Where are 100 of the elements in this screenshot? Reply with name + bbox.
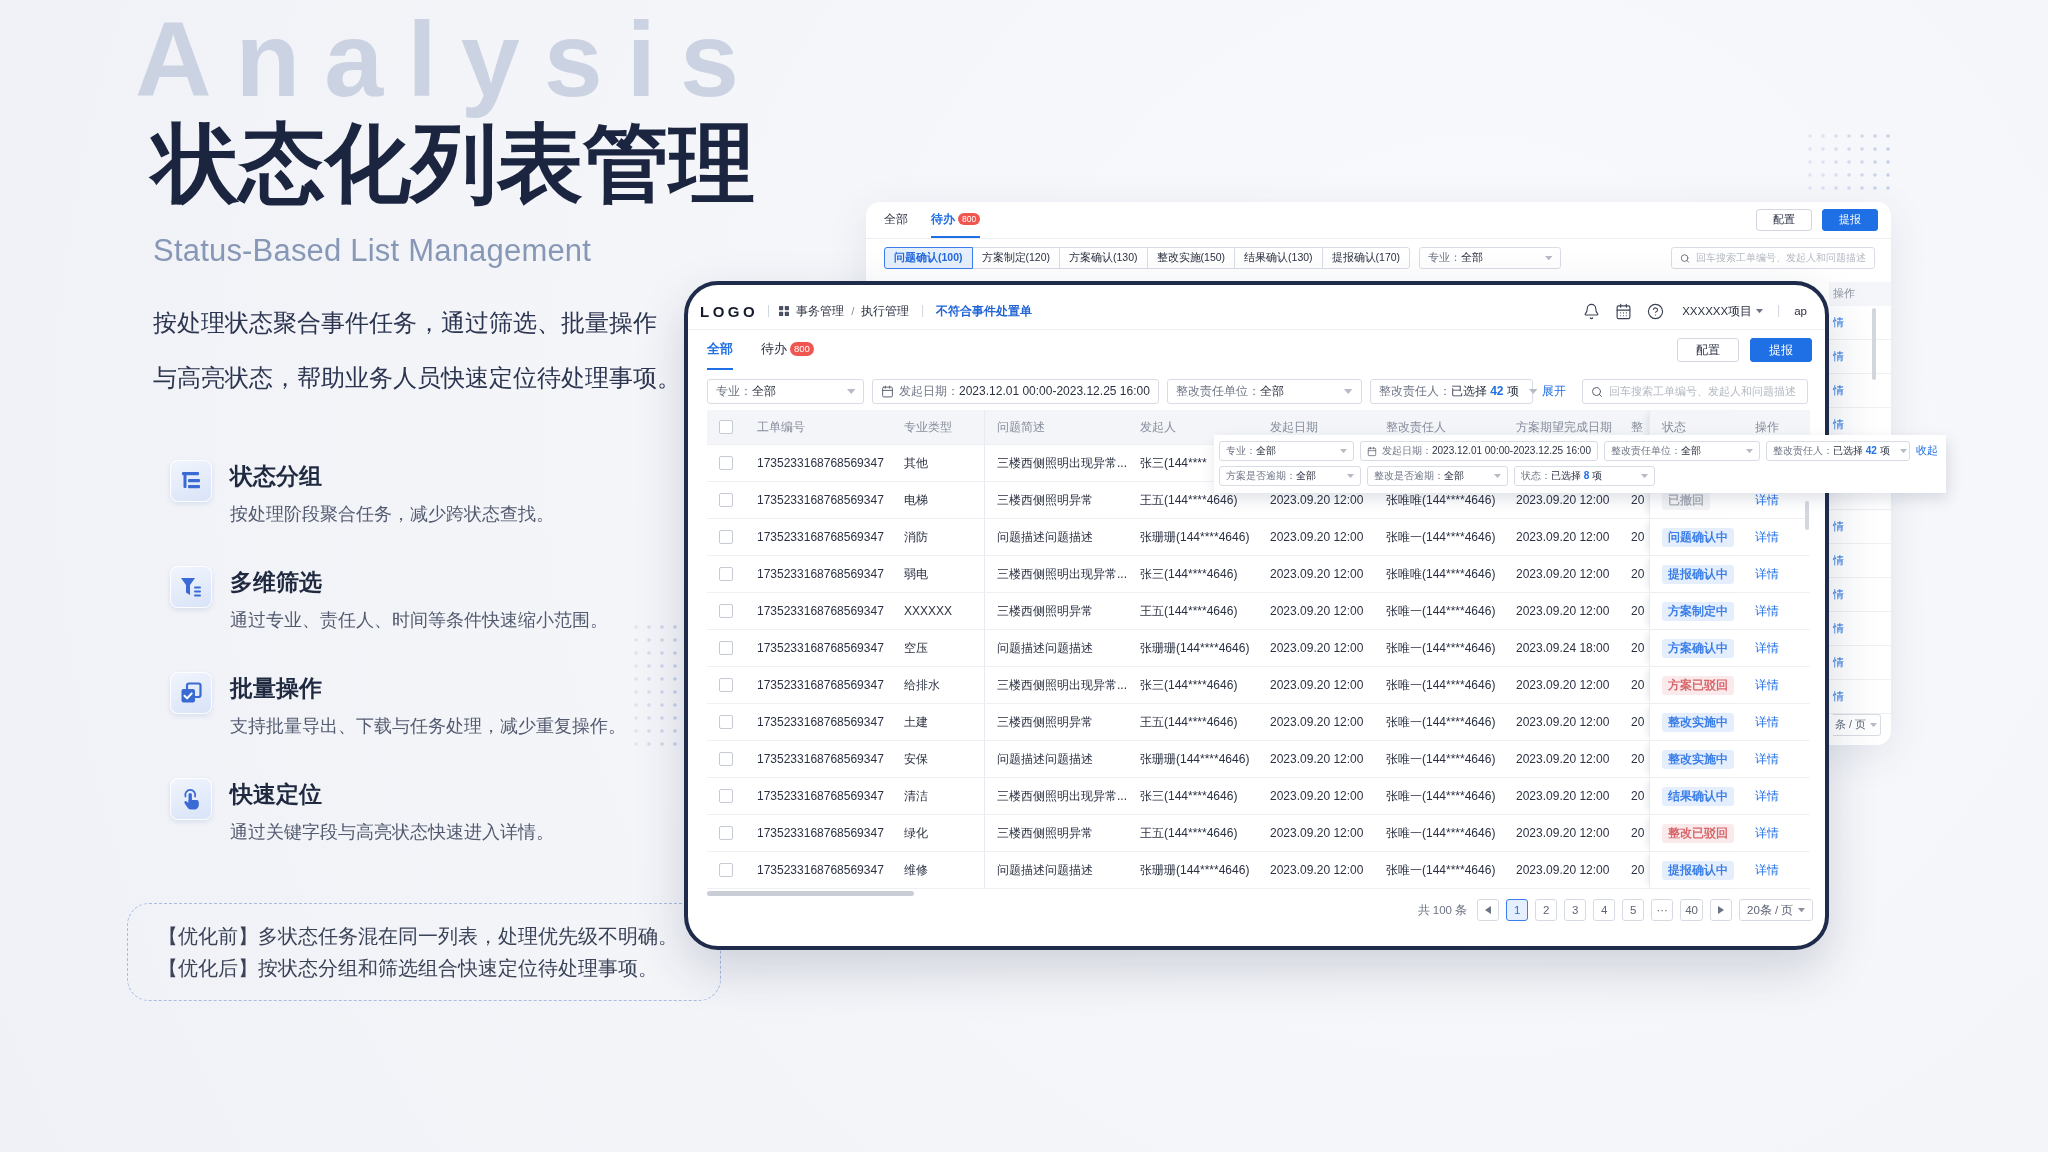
checkbox[interactable] xyxy=(719,863,733,877)
calendar-icon[interactable] xyxy=(1615,302,1633,320)
detail-link[interactable]: 情 xyxy=(1833,689,1844,704)
filter-select[interactable]: 整改责任人：已选择 42 项 xyxy=(1766,441,1910,461)
filter-select[interactable]: 整改责任单位：全部 xyxy=(1166,379,1362,404)
table-cell: 三楼西侧照明出现异常... xyxy=(984,667,1128,703)
next-page-button[interactable] xyxy=(1710,899,1732,921)
checkbox[interactable] xyxy=(719,826,733,840)
detail-link[interactable]: 情 xyxy=(1833,383,1844,398)
page-size-select[interactable]: 条 / 页 xyxy=(1833,714,1881,736)
detail-link[interactable]: 详情 xyxy=(1755,639,1779,657)
stage-tab[interactable]: 提报确认(170) xyxy=(1321,247,1411,269)
vertical-scrollbar xyxy=(1872,308,1876,380)
breadcrumb-separator: / xyxy=(851,305,855,317)
filter-select[interactable]: 整改是否逾期：全部 xyxy=(1367,466,1508,486)
detail-link[interactable]: 情 xyxy=(1833,621,1844,636)
checkbox[interactable] xyxy=(719,604,733,618)
filter-select[interactable]: 状态：已选择 8 项 xyxy=(1514,466,1655,486)
page-button[interactable]: 4 xyxy=(1593,899,1616,921)
page-button[interactable]: 1 xyxy=(1506,899,1529,921)
feature-description: 通过关键字段与高亮状态快速进入详情。 xyxy=(230,821,554,844)
primary-button[interactable]: 提报 xyxy=(1822,209,1878,231)
primary-button[interactable]: 提报 xyxy=(1750,338,1812,362)
filter-select[interactable]: 专业：全部 xyxy=(707,379,864,404)
tab[interactable]: 待办 800 xyxy=(931,202,981,238)
checkbox[interactable] xyxy=(719,641,733,655)
button[interactable]: 配置 xyxy=(1677,338,1739,362)
checkbox[interactable] xyxy=(719,493,733,507)
page-button[interactable]: 3 xyxy=(1564,899,1587,921)
detail-link[interactable]: 详情 xyxy=(1755,861,1779,879)
checkbox[interactable] xyxy=(719,789,733,803)
status-tag: 问题确认中 xyxy=(1662,527,1734,547)
stage-tab[interactable]: 结果确认(130) xyxy=(1234,247,1323,269)
checkbox[interactable] xyxy=(719,456,733,470)
triangle-right-icon xyxy=(1718,906,1724,914)
breadcrumb-link[interactable]: 执行管理 xyxy=(861,303,910,319)
page-button[interactable]: ··· xyxy=(1651,899,1674,921)
filter-select[interactable]: 专业：全部 xyxy=(1419,247,1562,269)
search-icon xyxy=(1591,385,1603,398)
project-switcher[interactable]: XXXXXX项目 xyxy=(1682,303,1764,319)
detail-link[interactable]: 详情 xyxy=(1755,713,1779,731)
checkbox[interactable] xyxy=(719,567,733,581)
collapse-link[interactable]: 收起 xyxy=(1916,444,1938,458)
date-range-field[interactable]: 发起日期：2023.12.01 00:00-2023.12.25 16:00 xyxy=(872,379,1159,404)
tab[interactable]: 全部 xyxy=(707,330,733,370)
stage-tab[interactable]: 问题确认(100) xyxy=(884,247,973,269)
stage-tab[interactable]: 整改实施(150) xyxy=(1146,247,1236,269)
feature-description: 按处理阶段聚合任务，减少跨状态查找。 xyxy=(230,503,554,526)
detail-link[interactable]: 详情 xyxy=(1755,602,1779,620)
detail-link[interactable]: 情 xyxy=(1833,417,1844,432)
detail-link[interactable]: 详情 xyxy=(1755,787,1779,805)
date-range-field[interactable]: 发起日期：2023.12.01 00:00-2023.12.25 16:00 xyxy=(1360,441,1598,461)
expand-link[interactable]: 展开 xyxy=(1541,384,1566,399)
feature-description: 支持批量导出、下载与任务处理，减少重复操作。 xyxy=(230,715,626,738)
bell-icon[interactable] xyxy=(1583,302,1601,320)
feature-title: 批量操作 xyxy=(230,675,322,703)
tab[interactable]: 全部 xyxy=(884,202,908,238)
page-button[interactable]: 2 xyxy=(1535,899,1558,921)
help-icon[interactable] xyxy=(1647,302,1665,320)
detail-link[interactable]: 情 xyxy=(1833,587,1844,602)
detail-link[interactable]: 情 xyxy=(1833,315,1844,330)
caret-icon xyxy=(1869,722,1877,728)
feature-description: 通过专业、责任人、时间等条件快速缩小范围。 xyxy=(230,609,608,632)
filter-select[interactable]: 整改责任单位：全部 xyxy=(1604,441,1760,461)
detail-link[interactable]: 详情 xyxy=(1755,565,1779,583)
tab[interactable]: 待办 800 xyxy=(761,330,814,370)
detail-link[interactable]: 情 xyxy=(1833,655,1844,670)
stage-tab[interactable]: 方案制定(120) xyxy=(971,247,1061,269)
checkbox[interactable] xyxy=(719,530,733,544)
checkbox[interactable] xyxy=(719,752,733,766)
page-size-select[interactable]: 20条 / 页 xyxy=(1739,899,1813,921)
filter-select[interactable]: 方案是否逾期：全部 xyxy=(1219,466,1361,486)
detail-link[interactable]: 详情 xyxy=(1755,528,1779,546)
prev-page-button[interactable] xyxy=(1477,899,1500,921)
table-cell: 三楼西侧照明出现异常... xyxy=(984,778,1128,814)
apps-grid-icon[interactable] xyxy=(779,306,790,316)
breadcrumb-link[interactable]: 事务管理 xyxy=(796,303,845,319)
detail-link[interactable]: 详情 xyxy=(1755,750,1779,768)
caret-icon xyxy=(1641,473,1648,479)
page-button[interactable]: 5 xyxy=(1622,899,1645,921)
caret-icon xyxy=(846,389,855,394)
calendar-icon xyxy=(881,385,894,398)
page-button[interactable]: 40 xyxy=(1680,899,1703,921)
triangle-left-icon xyxy=(1485,906,1492,914)
user-name[interactable]: ap xyxy=(1794,305,1807,317)
checkbox[interactable] xyxy=(719,420,733,434)
checkbox[interactable] xyxy=(719,678,733,692)
caret-icon xyxy=(1899,448,1907,454)
detail-link[interactable]: 情 xyxy=(1833,349,1844,364)
filter-select[interactable]: 专业：全部 xyxy=(1219,441,1354,461)
detail-link[interactable]: 情 xyxy=(1833,553,1844,568)
detail-link[interactable]: 详情 xyxy=(1755,824,1779,842)
stage-tab[interactable]: 方案确认(130) xyxy=(1059,247,1148,269)
detail-link[interactable]: 情 xyxy=(1833,519,1844,534)
status-tag: 结果确认中 xyxy=(1662,786,1734,806)
button[interactable]: 配置 xyxy=(1756,209,1812,231)
detail-link[interactable]: 详情 xyxy=(1755,491,1779,509)
checkbox[interactable] xyxy=(719,715,733,729)
feature-title: 多维筛选 xyxy=(230,569,322,597)
detail-link[interactable]: 详情 xyxy=(1755,676,1779,694)
